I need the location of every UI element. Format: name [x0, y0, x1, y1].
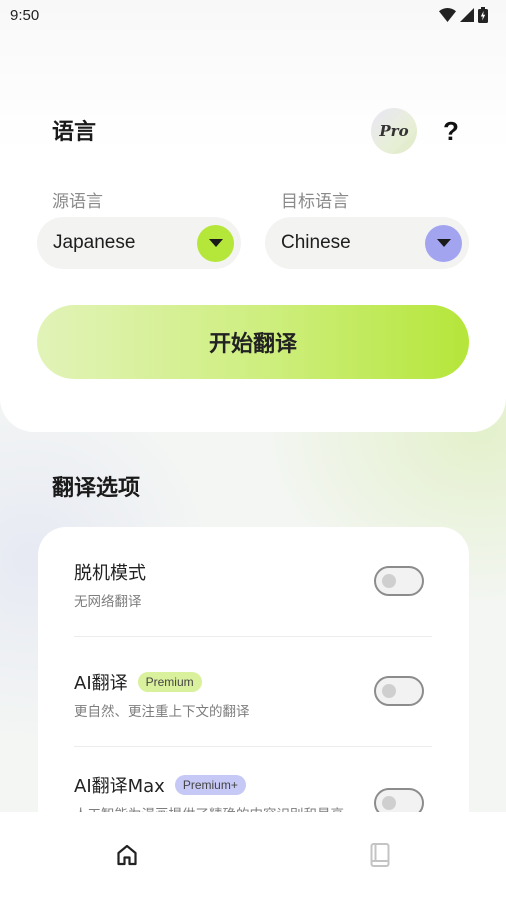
source-language-label: 源语言 [52, 192, 103, 212]
target-language-select[interactable]: Chinese [265, 217, 469, 269]
chevron-down-icon[interactable] [425, 224, 462, 262]
target-language-label: 目标语言 [281, 192, 349, 212]
divider [74, 636, 432, 637]
status-icons [439, 7, 488, 23]
target-language-value: Chinese [281, 232, 351, 253]
toggle-knob [382, 796, 396, 810]
premium-plus-badge: Premium+ [174, 775, 246, 795]
status-bar: 9:50 [0, 0, 506, 30]
option-title: AI翻译 [74, 673, 128, 694]
premium-badge: Premium [137, 672, 202, 692]
home-icon[interactable] [114, 842, 140, 868]
offline-mode-toggle[interactable] [374, 566, 424, 596]
language-title: 语言 [52, 120, 97, 145]
option-offline-mode: 脱机模式 无网络翻译 [74, 559, 432, 669]
pro-button[interactable]: Pro [371, 108, 417, 154]
divider [74, 746, 432, 747]
source-language-select[interactable]: Japanese [37, 217, 241, 269]
bottom-nav [0, 812, 506, 900]
toggle-knob [382, 574, 396, 588]
option-desc: 更自然、更注重上下文的翻译 [74, 704, 250, 720]
chevron-down-icon[interactable] [197, 224, 234, 262]
source-language-value: Japanese [53, 232, 136, 253]
option-title: AI翻译Max [74, 776, 165, 797]
status-time: 9:50 [10, 6, 40, 24]
option-title: 脱机模式 [74, 563, 146, 584]
options-card: 脱机模式 无网络翻译 AI翻译 Premium 更自然、更注重上下文的翻译 AI… [38, 527, 469, 857]
signal-icon [460, 8, 474, 22]
start-translation-button[interactable]: 开始翻译 [37, 305, 469, 379]
ai-translate-toggle[interactable] [374, 676, 424, 706]
battery-icon [478, 7, 488, 23]
options-title: 翻译选项 [52, 476, 141, 501]
toggle-knob [382, 684, 396, 698]
wifi-icon [439, 8, 456, 22]
option-ai-translate: AI翻译 Premium 更自然、更注重上下文的翻译 [74, 669, 432, 779]
book-icon[interactable] [367, 842, 393, 868]
help-button[interactable]: ? [438, 114, 464, 148]
option-desc: 无网络翻译 [74, 594, 142, 610]
